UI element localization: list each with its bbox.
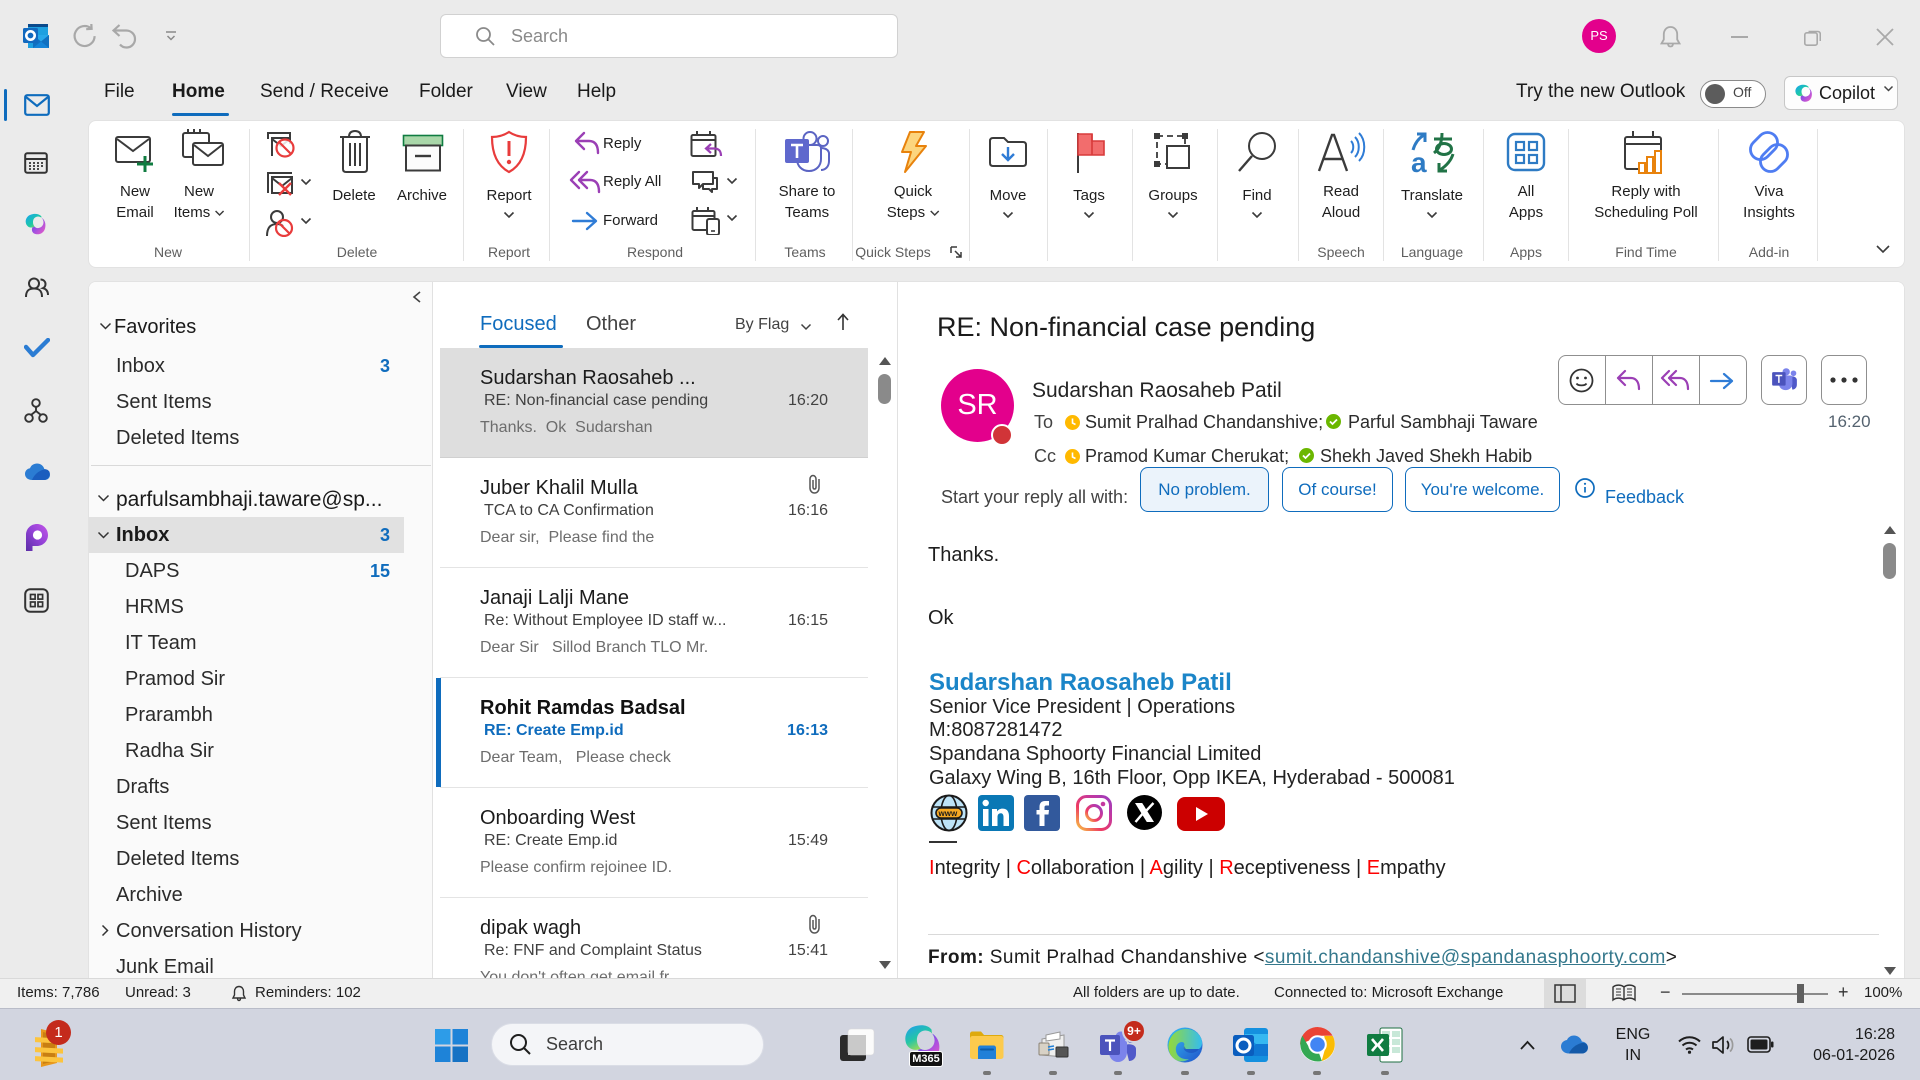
svg-text:www: www — [938, 809, 958, 818]
svg-text:a: a — [1411, 147, 1427, 174]
